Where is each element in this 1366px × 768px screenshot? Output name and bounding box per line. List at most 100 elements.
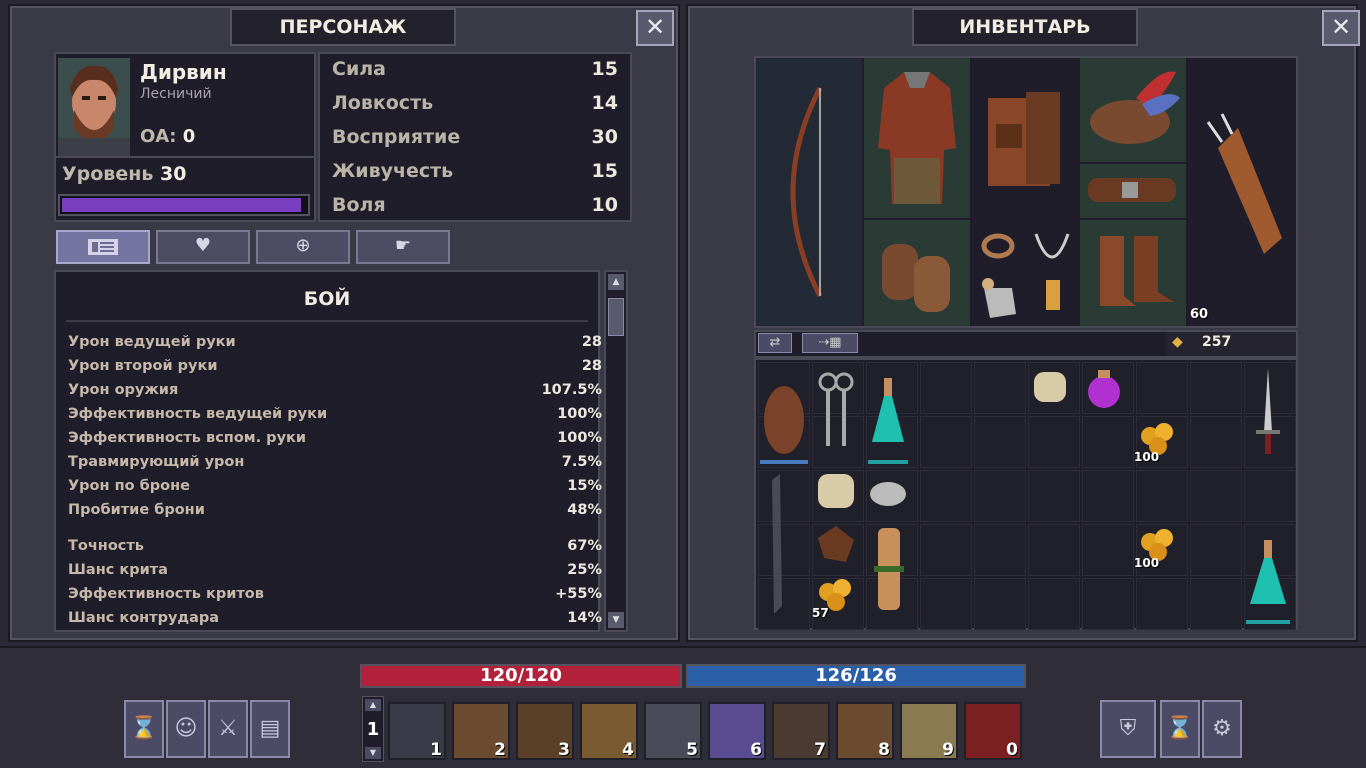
hotkey-slot[interactable]: 8 bbox=[836, 702, 894, 760]
map-button[interactable]: ▤ bbox=[250, 700, 290, 758]
inventory-cell[interactable] bbox=[974, 524, 1026, 576]
page-up-button[interactable]: ▲ bbox=[365, 699, 381, 711]
inventory-cell[interactable] bbox=[1082, 524, 1134, 576]
journal-button[interactable]: ⌛ bbox=[124, 700, 164, 758]
stats-scrollbar[interactable]: ▲ ▼ bbox=[604, 270, 628, 632]
inventory-cell[interactable] bbox=[1136, 470, 1188, 522]
ring-slot-2[interactable] bbox=[972, 274, 1024, 326]
item-scroll-roll[interactable] bbox=[1024, 362, 1076, 414]
character-button[interactable]: ☺ bbox=[166, 700, 206, 758]
inventory-cell[interactable] bbox=[974, 470, 1026, 522]
helmet-slot[interactable] bbox=[1080, 58, 1186, 162]
hotkey-slot[interactable]: 0 bbox=[964, 702, 1022, 760]
scroll-up-button[interactable]: ▲ bbox=[608, 274, 624, 290]
item-potion-teal-2[interactable] bbox=[1240, 520, 1296, 626]
inventory-cell[interactable] bbox=[1028, 416, 1080, 468]
inventory-cell[interactable] bbox=[1136, 362, 1188, 414]
inventory-cell[interactable] bbox=[1190, 524, 1242, 576]
skills-button[interactable]: ⚔ bbox=[208, 700, 248, 758]
weapon-slot[interactable] bbox=[756, 58, 862, 326]
item-pouch[interactable] bbox=[758, 362, 810, 466]
stat-row[interactable]: Травмирующий урон 7.5% bbox=[68, 454, 602, 478]
backpack-slot[interactable] bbox=[972, 58, 1078, 218]
inventory-cell[interactable] bbox=[1082, 470, 1134, 522]
inventory-cell[interactable] bbox=[974, 578, 1026, 630]
tab-health[interactable]: ♥ bbox=[156, 230, 250, 264]
belt-slot[interactable] bbox=[1080, 164, 1186, 218]
inventory-cell[interactable] bbox=[1082, 416, 1134, 468]
character-close-button[interactable]: ✕ bbox=[636, 10, 674, 46]
stat-row[interactable]: Урон ведущей руки 28 bbox=[68, 334, 602, 358]
stat-row[interactable]: Урон оружия 107.5% bbox=[68, 382, 602, 406]
page-down-button[interactable]: ▼ bbox=[365, 747, 381, 759]
stat-row[interactable]: Эффективность критов +55% bbox=[68, 586, 602, 610]
stat-label: Урон ведущей руки bbox=[68, 334, 236, 350]
scroll-thumb[interactable] bbox=[608, 298, 624, 336]
item-map-scroll[interactable] bbox=[862, 518, 914, 622]
stat-row[interactable]: Урон второй руки 28 bbox=[68, 358, 602, 382]
inventory-cell[interactable] bbox=[1244, 470, 1296, 522]
stat-row[interactable]: Урон по броне 15% bbox=[68, 478, 602, 502]
hotkey-slot[interactable]: 4 bbox=[580, 702, 638, 760]
tab-abilities[interactable]: ☛ bbox=[356, 230, 450, 264]
stat-row[interactable]: Пробитие брони 48% bbox=[68, 502, 602, 526]
wait-button[interactable]: ⌛ bbox=[1160, 700, 1200, 758]
item-potion-teal[interactable] bbox=[862, 362, 914, 466]
hotbar-page-selector[interactable]: ▲ 1 ▼ bbox=[362, 696, 384, 762]
tab-combat[interactable] bbox=[56, 230, 150, 264]
inventory-cell[interactable] bbox=[1082, 578, 1134, 630]
item-bandage[interactable] bbox=[810, 466, 862, 518]
keys-icon bbox=[818, 372, 854, 446]
inventory-cell[interactable] bbox=[1136, 578, 1188, 630]
stat-row[interactable]: Эффективность ведущей руки 100% bbox=[68, 406, 602, 430]
inventory-cell[interactable] bbox=[920, 470, 972, 522]
quests-button[interactable]: ⛨ bbox=[1100, 700, 1156, 758]
inventory-cell[interactable] bbox=[920, 362, 972, 414]
inventory-cell[interactable] bbox=[1028, 524, 1080, 576]
gloves-slot[interactable] bbox=[864, 220, 970, 326]
stat-row[interactable]: Шанс крита 25% bbox=[68, 562, 602, 586]
hotkey-slot[interactable]: 7 bbox=[772, 702, 830, 760]
inventory-cell[interactable] bbox=[1190, 416, 1242, 468]
hotkey-slot[interactable]: 2 bbox=[452, 702, 510, 760]
item-gold-stack-3[interactable]: 57 bbox=[810, 570, 862, 622]
inventory-cell[interactable] bbox=[974, 416, 1026, 468]
inventory-cell[interactable] bbox=[1190, 470, 1242, 522]
quiver-slot[interactable]: 60 bbox=[1188, 58, 1296, 326]
item-gold-stack-1[interactable]: 100 bbox=[1132, 414, 1184, 466]
scroll-down-button[interactable]: ▼ bbox=[608, 612, 624, 628]
item-potion-purple[interactable] bbox=[1078, 362, 1130, 414]
stat-row[interactable]: Точность 67% bbox=[68, 538, 602, 562]
armor-slot[interactable] bbox=[864, 58, 970, 218]
tab-perception[interactable]: ⊕ bbox=[256, 230, 350, 264]
inventory-cell[interactable] bbox=[1028, 578, 1080, 630]
item-keys[interactable] bbox=[810, 362, 862, 466]
settings-button[interactable]: ⚙ bbox=[1202, 700, 1242, 758]
item-bowl[interactable] bbox=[862, 466, 914, 518]
hotkey-slot[interactable]: 9 bbox=[900, 702, 958, 760]
item-crowbar[interactable] bbox=[758, 466, 810, 624]
inventory-close-button[interactable]: ✕ bbox=[1322, 10, 1360, 46]
amulet-slot[interactable] bbox=[1026, 220, 1078, 326]
hotkey-slot[interactable]: 5 bbox=[644, 702, 702, 760]
stat-row[interactable]: Шанс контрудара 14% bbox=[68, 610, 602, 634]
hotkey-slot[interactable]: 1 bbox=[388, 702, 446, 760]
item-dagger[interactable] bbox=[1240, 362, 1296, 466]
item-leather[interactable] bbox=[810, 518, 862, 570]
stat-row[interactable]: Эффективность вспом. руки 100% bbox=[68, 430, 602, 454]
inventory-cell[interactable] bbox=[974, 362, 1026, 414]
ring-slot-1[interactable] bbox=[972, 220, 1024, 272]
inventory-cell[interactable] bbox=[1190, 578, 1242, 630]
inventory-cell[interactable] bbox=[920, 578, 972, 630]
hotkey-slot[interactable]: 3 bbox=[516, 702, 574, 760]
sort-icon: ⇢▦ bbox=[818, 335, 842, 350]
inventory-cell[interactable] bbox=[920, 524, 972, 576]
inventory-cell[interactable] bbox=[1028, 470, 1080, 522]
inventory-cell[interactable] bbox=[1190, 362, 1242, 414]
boots-slot[interactable] bbox=[1080, 220, 1186, 326]
sort-inventory-button[interactable]: ⇢▦ bbox=[802, 333, 858, 353]
item-gold-stack-2[interactable]: 100 bbox=[1132, 520, 1184, 572]
swap-weapons-button[interactable]: ⇄ bbox=[758, 333, 792, 353]
hotkey-slot[interactable]: 6 bbox=[708, 702, 766, 760]
inventory-cell[interactable] bbox=[920, 416, 972, 468]
